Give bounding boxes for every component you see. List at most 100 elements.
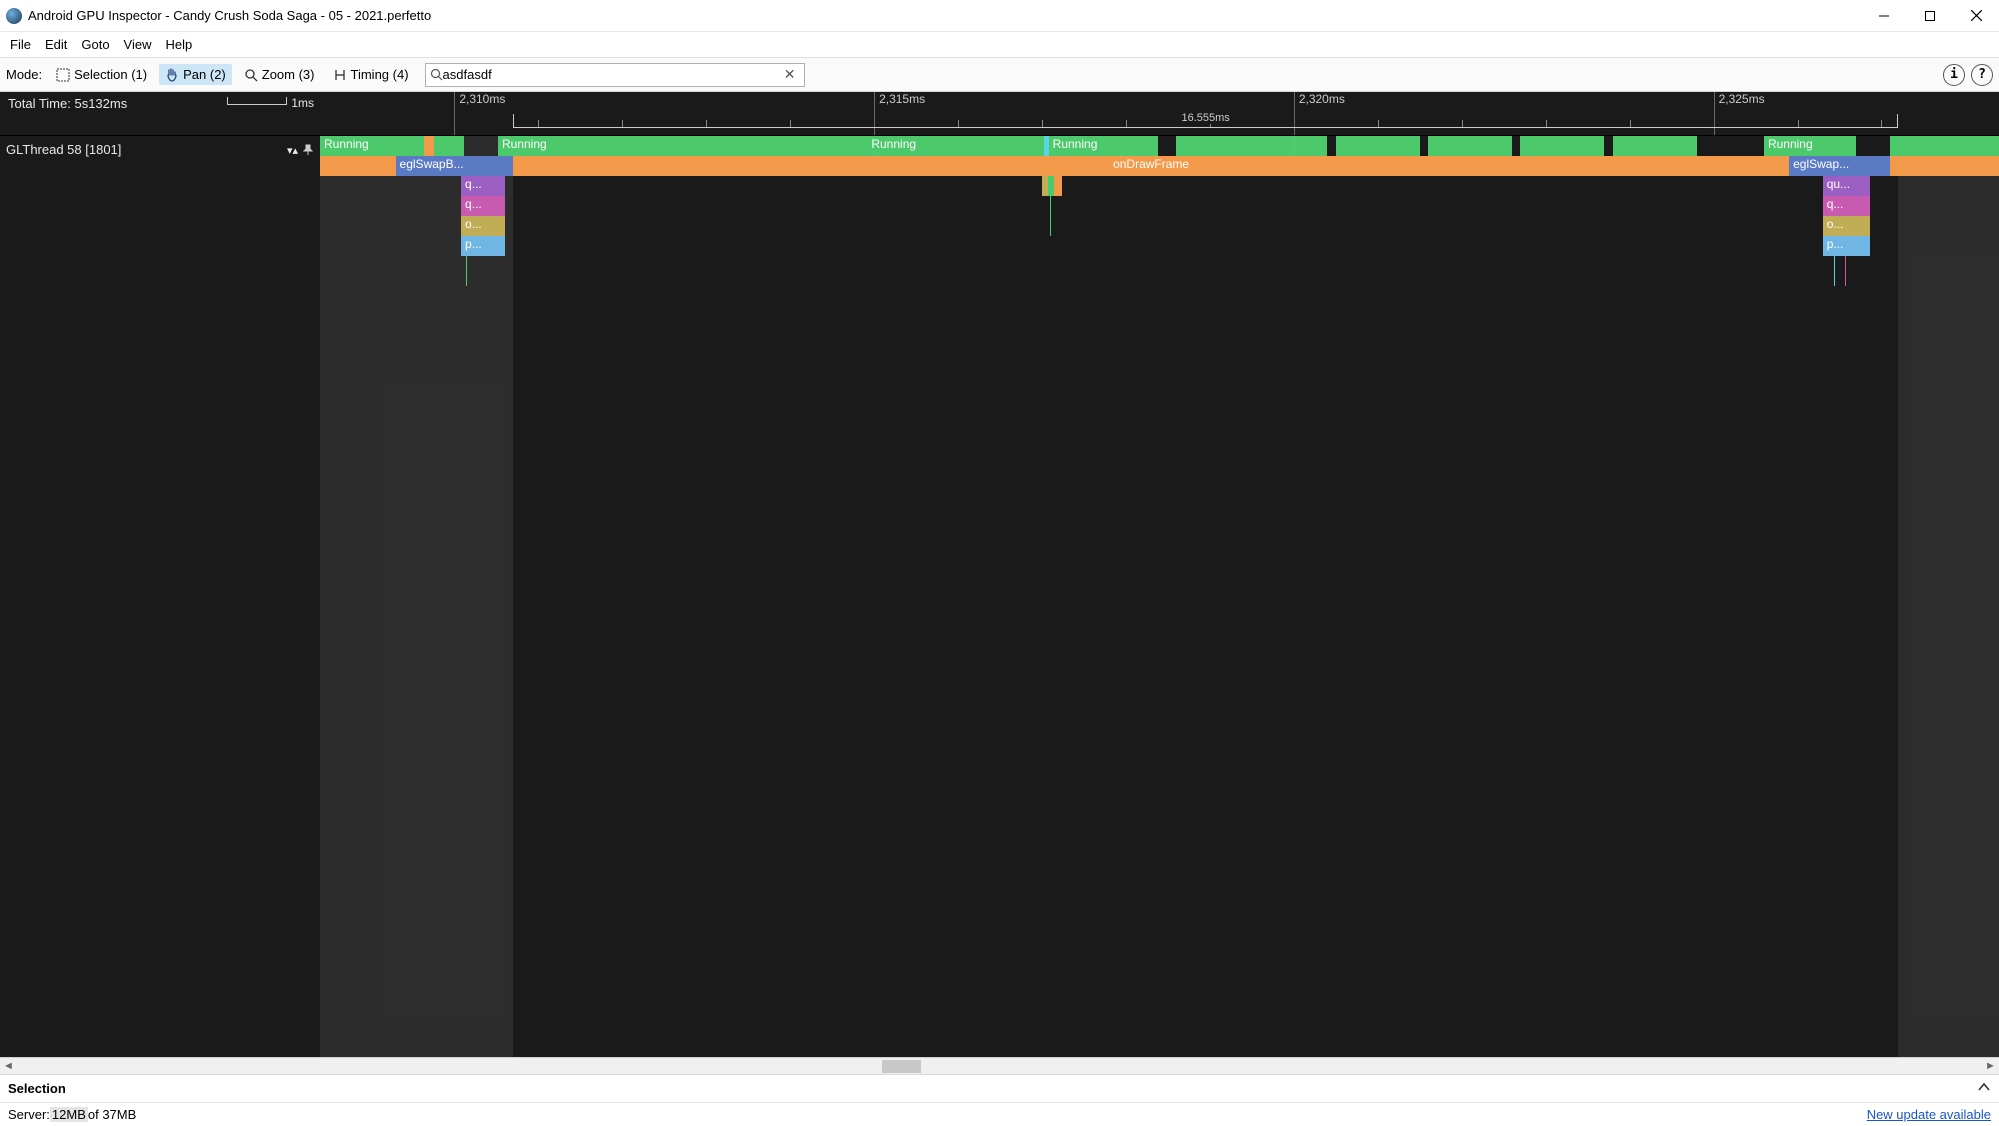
slice-running[interactable] bbox=[1613, 136, 1697, 156]
scale-legend-label: 1ms bbox=[291, 96, 314, 110]
selection-icon bbox=[56, 68, 70, 82]
thread-pin-icon[interactable] bbox=[302, 144, 314, 159]
thread-collapse-icon[interactable]: ▾▴ bbox=[287, 144, 298, 159]
timeline-header-left: Total Time: 5s132ms 1ms bbox=[0, 92, 320, 135]
update-available-link[interactable]: New update available bbox=[1867, 1107, 1991, 1122]
slice-running[interactable]: Running bbox=[867, 136, 1043, 156]
mode-pan[interactable]: Pan (2) bbox=[159, 64, 232, 85]
window-minimize-button[interactable] bbox=[1861, 0, 1907, 31]
mode-label: Mode: bbox=[6, 67, 42, 82]
ruler-tick-label: 2,310ms bbox=[459, 92, 505, 106]
close-icon bbox=[1971, 10, 1982, 21]
server-label: Server: bbox=[8, 1107, 50, 1122]
timeline-area: Total Time: 5s132ms 1ms 2,310ms 2,315ms … bbox=[0, 92, 1999, 1057]
scale-legend: 1ms bbox=[227, 96, 314, 110]
selection-shade-left bbox=[320, 136, 513, 1057]
mode-selection-label: Selection (1) bbox=[74, 67, 147, 82]
slice-q[interactable]: q... bbox=[461, 176, 505, 196]
slice-q[interactable]: q... bbox=[1823, 196, 1870, 216]
slice-ondrawframe-prev[interactable] bbox=[320, 156, 396, 176]
menu-bar: File Edit Goto View Help bbox=[0, 32, 1999, 58]
menu-view[interactable]: View bbox=[118, 34, 158, 55]
scrollbar-thumb[interactable] bbox=[882, 1060, 921, 1073]
track-label-col: GLThread 58 [1801] ▾▴ bbox=[0, 136, 320, 1057]
zoom-icon bbox=[244, 68, 258, 82]
horizontal-scrollbar[interactable]: ◄ ► bbox=[0, 1057, 1999, 1074]
ruler-tick-label: 2,315ms bbox=[879, 92, 925, 106]
slice-running[interactable] bbox=[1520, 136, 1604, 156]
slice-small[interactable] bbox=[1054, 176, 1062, 196]
search-input[interactable] bbox=[443, 67, 780, 82]
pan-icon bbox=[165, 68, 179, 82]
mode-zoom[interactable]: Zoom (3) bbox=[238, 64, 321, 85]
mode-timing[interactable]: Timing (4) bbox=[327, 64, 415, 85]
vmark bbox=[1050, 196, 1051, 236]
vmark bbox=[466, 256, 467, 286]
slice-running[interactable]: Running bbox=[1049, 136, 1158, 156]
ruler-tick-label: 2,320ms bbox=[1299, 92, 1345, 106]
scrollbar-track[interactable] bbox=[17, 1058, 1982, 1074]
slice-running[interactable]: Running bbox=[320, 136, 424, 156]
slice-running[interactable] bbox=[434, 136, 464, 156]
mode-pan-label: Pan (2) bbox=[183, 67, 226, 82]
selection-panel-header[interactable]: Selection bbox=[0, 1074, 1999, 1102]
vmark bbox=[1834, 256, 1835, 286]
search-icon bbox=[430, 68, 443, 81]
window-maximize-button[interactable] bbox=[1907, 0, 1953, 31]
thread-label: GLThread 58 [1801] bbox=[6, 140, 121, 157]
search-clear-button[interactable]: ✕ bbox=[780, 66, 800, 83]
slice-wait[interactable] bbox=[424, 136, 434, 156]
total-time-label: Total Time: 5s132ms bbox=[8, 96, 127, 111]
scroll-left-button[interactable]: ◄ bbox=[0, 1060, 17, 1072]
slice-running[interactable]: Running bbox=[498, 136, 867, 156]
menu-file[interactable]: File bbox=[4, 34, 37, 55]
slice-eglswapbuffers[interactable]: eglSwap... bbox=[1789, 156, 1890, 176]
selection-panel-title: Selection bbox=[8, 1081, 66, 1096]
slice-ondrawframe[interactable]: onDrawFrame bbox=[513, 156, 1789, 176]
slice-running[interactable]: Running bbox=[1764, 136, 1856, 156]
status-bar: Server: 12MB of 37MB New update availabl… bbox=[0, 1102, 1999, 1126]
mode-selection[interactable]: Selection (1) bbox=[50, 64, 153, 85]
slice-ondrawframe-next[interactable] bbox=[1890, 156, 1999, 176]
search-box: ✕ bbox=[425, 63, 805, 87]
track-canvas[interactable]: Running Running Running Running Running … bbox=[320, 136, 1999, 1057]
window-close-button[interactable] bbox=[1953, 0, 1999, 31]
slice-qu[interactable]: qu... bbox=[1823, 176, 1870, 196]
frame-span-bracket: 16.555ms bbox=[513, 114, 1898, 128]
selection-panel-chevron-icon[interactable] bbox=[1977, 1080, 1991, 1097]
info-button[interactable]: i bbox=[1943, 64, 1965, 86]
timeline-ruler[interactable]: 2,310ms 2,315ms 2,320ms 2,325ms bbox=[320, 92, 1999, 135]
app-icon bbox=[6, 8, 22, 24]
menu-goto[interactable]: Goto bbox=[75, 34, 115, 55]
frame-span-label: 16.555ms bbox=[1178, 112, 1234, 124]
slice-eglswapbuffers[interactable]: eglSwapB... bbox=[396, 156, 514, 176]
scroll-right-button[interactable]: ► bbox=[1982, 1060, 1999, 1072]
slice-running[interactable] bbox=[1336, 136, 1420, 156]
slice-p[interactable]: p... bbox=[461, 236, 505, 256]
window-buttons bbox=[1861, 0, 1999, 31]
maximize-icon bbox=[1925, 11, 1935, 21]
slice-o[interactable]: o... bbox=[461, 216, 505, 236]
slice-q[interactable]: q... bbox=[461, 196, 505, 216]
timing-icon bbox=[333, 68, 347, 82]
slice-running[interactable] bbox=[1890, 136, 1999, 156]
ruler-tick-label: 2,325ms bbox=[1719, 92, 1765, 106]
minimize-icon bbox=[1879, 11, 1889, 21]
slice-running[interactable] bbox=[1176, 136, 1327, 156]
menu-edit[interactable]: Edit bbox=[39, 34, 73, 55]
title-bar: Android GPU Inspector - Candy Crush Soda… bbox=[0, 0, 1999, 32]
tracks-body: GLThread 58 [1801] ▾▴ Running Running Ru… bbox=[0, 136, 1999, 1057]
toolbar: Mode: Selection (1) Pan (2) Zoom (3) Tim… bbox=[0, 58, 1999, 92]
slice-running[interactable] bbox=[1428, 136, 1512, 156]
vmark bbox=[1845, 256, 1846, 286]
slice-o[interactable]: o... bbox=[1823, 216, 1870, 236]
timeline-header: Total Time: 5s132ms 1ms 2,310ms 2,315ms … bbox=[0, 92, 1999, 136]
menu-help[interactable]: Help bbox=[160, 34, 199, 55]
window-title: Android GPU Inspector - Candy Crush Soda… bbox=[28, 8, 1861, 23]
selection-shade-right bbox=[1898, 136, 1999, 1057]
mode-timing-label: Timing (4) bbox=[351, 67, 409, 82]
help-button[interactable]: ? bbox=[1971, 64, 1993, 86]
mode-zoom-label: Zoom (3) bbox=[262, 67, 315, 82]
server-mem-used: 12MB bbox=[50, 1107, 88, 1122]
slice-p[interactable]: p... bbox=[1823, 236, 1870, 256]
